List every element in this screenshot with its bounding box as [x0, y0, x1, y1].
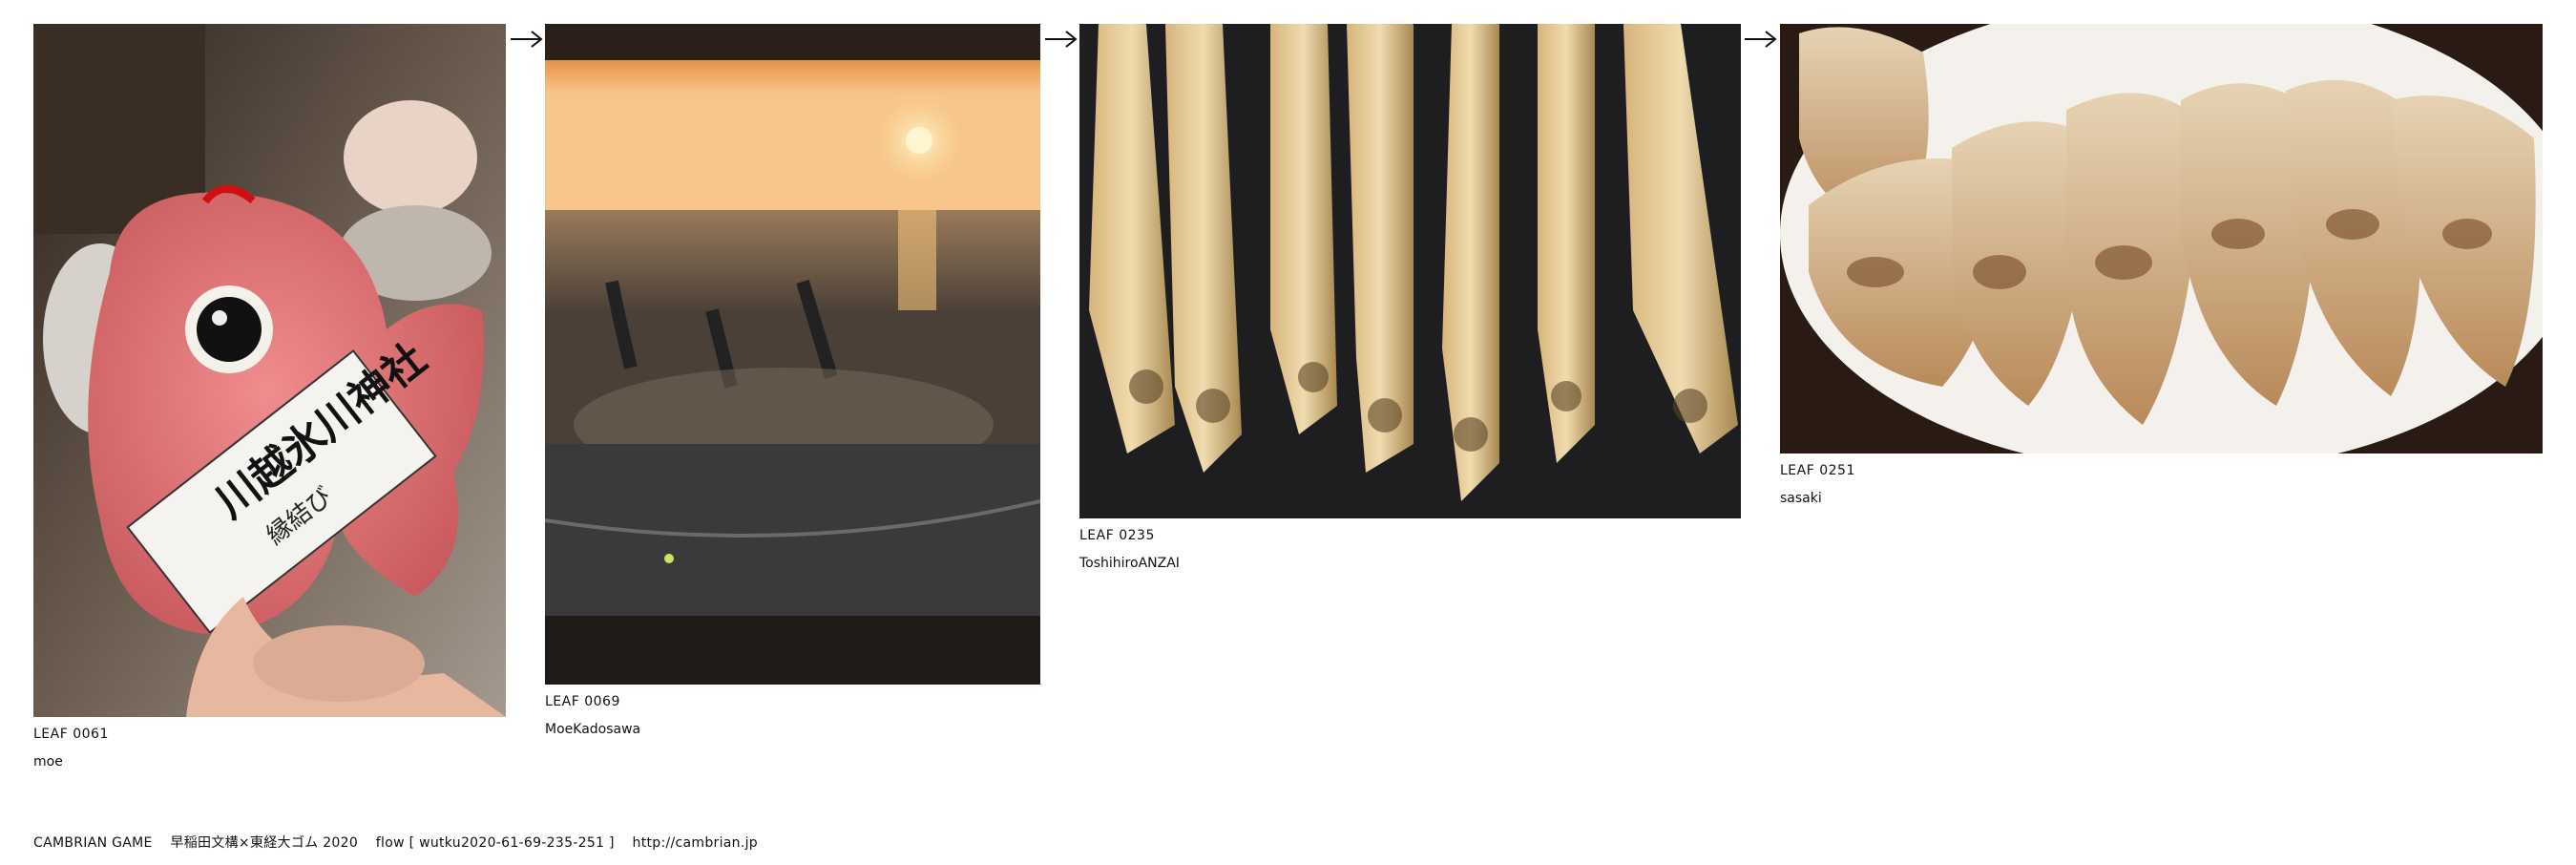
leaf-number[interactable]: LEAF 0069 [545, 694, 620, 709]
leaf-number[interactable]: LEAF 0251 [1780, 463, 1855, 478]
author-name[interactable]: moe [33, 754, 63, 770]
leaf-card-0069[interactable]: LEAF 0069 MoeKadosawa [545, 24, 1040, 737]
arrow-right-icon [1745, 31, 1777, 48]
leaf-card-0251[interactable]: LEAF 0251 sasaki [1780, 24, 2543, 506]
footer-title: CAMBRIAN GAME [33, 835, 153, 851]
leaf-flow: 川越氷川神社 縁結び LEAF 0061 moe LEAF 0069 MoeKa… [0, 0, 2576, 865]
author-name[interactable]: sasaki [1780, 491, 1822, 506]
footer: CAMBRIAN GAME 早稲田文構×東経大ゴム 2020 flow [ wu… [33, 833, 771, 852]
author-name[interactable]: MoeKadosawa [545, 722, 640, 737]
photo-grilled-fish[interactable] [1079, 24, 1741, 518]
photo-charm[interactable]: 川越氷川神社 縁結び [33, 24, 506, 717]
arrow-right-icon [511, 31, 543, 48]
footer-event: 早稲田文構×東経大ゴム 2020 [170, 835, 359, 851]
leaf-card-0061[interactable]: 川越氷川神社 縁結び LEAF 0061 moe [33, 24, 506, 770]
footer-url-link[interactable]: http://cambrian.jp [633, 835, 758, 851]
leaf-number[interactable]: LEAF 0061 [33, 727, 109, 742]
footer-flow-id: flow [ wutku2020-61-69-235-251 ] [375, 835, 615, 851]
leaf-number[interactable]: LEAF 0235 [1079, 528, 1155, 543]
arrow-right-icon [1045, 31, 1078, 48]
photo-dolphins[interactable] [545, 24, 1040, 685]
photo-gyoza[interactable] [1780, 24, 2543, 454]
author-name[interactable]: ToshihiroANZAI [1079, 556, 1180, 571]
leaf-card-0235[interactable]: LEAF 0235 ToshihiroANZAI [1079, 24, 1741, 571]
